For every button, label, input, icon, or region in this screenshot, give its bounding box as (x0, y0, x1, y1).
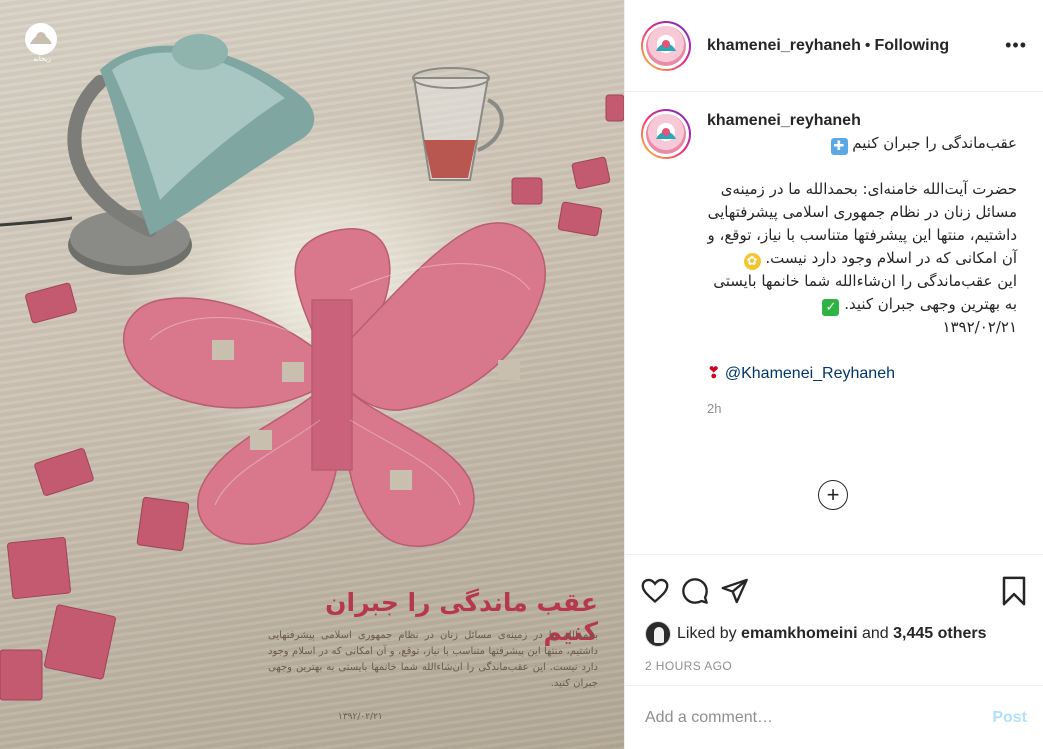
brand-logo (25, 23, 57, 55)
comment-input[interactable] (645, 708, 993, 727)
liker-username[interactable]: emamkhomeini (741, 625, 857, 643)
comments-section[interactable]: khamenei_reyhaneh عقب‌ماندگی را جبران کن… (625, 93, 1043, 554)
butterfly-puzzle (123, 222, 546, 547)
likes-summary: Liked by emamkhomeini and 3,445 others (625, 613, 1043, 647)
caption-body: khamenei_reyhaneh عقب‌ماندگی را جبران کن… (707, 109, 1017, 420)
liked-by-prefix: Liked by (677, 625, 737, 642)
check-mark-icon: ✓ (822, 299, 840, 316)
comment-bubble-icon (682, 578, 708, 604)
caption-title: عقب‌ماندگی را جبران کنیم ✚ (707, 132, 1017, 155)
poster-quote: بحمدالله ما در زمینه‌ی مسائل زنان در نظا… (268, 630, 598, 689)
caption-age: 2h (707, 401, 722, 416)
caption-paragraph-2: این عقب‌ماندگی را ان‌شاءالله شما خانمها … (707, 270, 1017, 316)
comment-form: Post (625, 685, 1043, 749)
bookmark-icon (1002, 576, 1026, 606)
comment-button[interactable] (681, 574, 721, 608)
liked-and: and (861, 625, 889, 642)
post-side-panel: khamenei_reyhaneh • Following ••• khamen… (624, 0, 1043, 749)
post-header: khamenei_reyhaneh • Following ••• (625, 0, 1043, 92)
separator-dot: • (864, 36, 871, 54)
author-avatar[interactable] (641, 20, 691, 71)
avatar-logo-icon (656, 39, 676, 51)
likes-count-link[interactable]: 3,445 others (893, 625, 986, 643)
post-caption: khamenei_reyhaneh عقب‌ماندگی را جبران کن… (625, 93, 1043, 420)
heart-exclamation-icon: ❣ (707, 365, 721, 382)
caption-paragraph-1: حضرت آیت‌الله خامنه‌ای: بحمدالله ما در ز… (707, 178, 1017, 270)
liker-avatar[interactable] (645, 621, 671, 647)
tea-glass (412, 67, 504, 181)
flower-bouquet-icon: ✿ (743, 253, 761, 270)
caption-date: ۱۳۹۲/۰۲/۲۱ (942, 318, 1017, 336)
plus-circle-icon[interactable]: + (818, 480, 848, 510)
paper-plane-icon (721, 578, 748, 604)
post-actions: Liked by emamkhomeini and 3,445 others 2… (625, 554, 1043, 749)
like-button[interactable] (641, 574, 681, 608)
poster-date: ۱۳۹۲/۰۲/۲۱ (338, 712, 383, 722)
save-button[interactable] (993, 574, 1027, 608)
avatar-logo-icon (656, 128, 676, 139)
post-comment-button[interactable]: Post (992, 709, 1027, 727)
action-icon-row (625, 555, 1043, 613)
more-options-icon[interactable]: ••• (1005, 35, 1027, 56)
share-button[interactable] (721, 574, 761, 608)
desk-lamp (67, 34, 315, 275)
author-username[interactable]: khamenei_reyhaneh (707, 37, 861, 55)
puzzle-piece-icon: ✚ (830, 138, 848, 155)
caption-title-text: عقب‌ماندگی را جبران کنیم (852, 134, 1017, 152)
caption-paragraph-2-text: این عقب‌ماندگی را ان‌شاءالله شما خانمها … (713, 272, 1017, 313)
mention-link[interactable]: @Khamenei_Reyhaneh (725, 365, 895, 382)
caption-username[interactable]: khamenei_reyhaneh (707, 109, 1017, 132)
brand-logo-caption: ریحانه (33, 56, 51, 63)
caption-avatar[interactable] (641, 109, 691, 159)
heart-icon (641, 578, 669, 604)
post-timestamp[interactable]: 2 HOURS AGO (625, 647, 1043, 673)
caption-mention: ❣ @Khamenei_Reyhaneh (707, 362, 1017, 385)
following-button[interactable]: Following (874, 37, 949, 55)
post-image[interactable]: ریحانه عقب ماندگی را جبران کنیم بحمدالله… (0, 0, 624, 749)
